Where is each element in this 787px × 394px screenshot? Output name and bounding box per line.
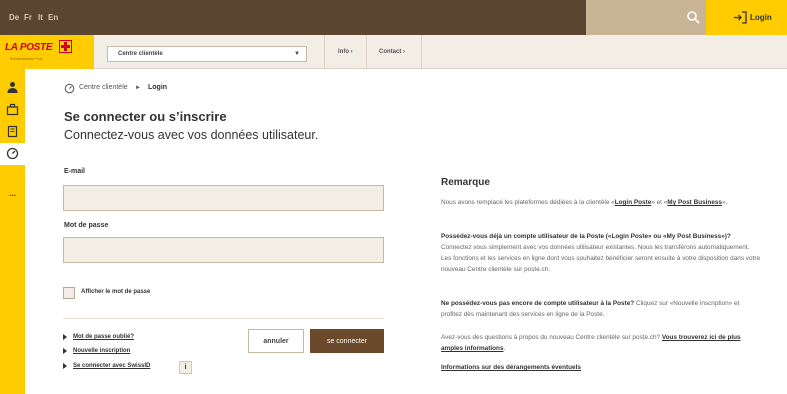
login-poste-link[interactable]: Login Poste: [615, 199, 652, 206]
login-button[interactable]: Login: [706, 0, 787, 35]
password-label: Mot de passe: [64, 222, 109, 229]
forgot-password-label: Mot de passe oublié?: [73, 334, 135, 340]
notes-text: Connectez vous simplement avec vos donné…: [441, 244, 761, 273]
nav-divider: [324, 35, 325, 69]
sidebar-item-profile[interactable]: [0, 77, 25, 99]
swissid-login-link[interactable]: Se connecter avec SwissID: [63, 363, 150, 370]
chevron-down-icon: ▼: [294, 51, 300, 57]
password-field[interactable]: [63, 237, 384, 263]
area-select-value: Centre clientèle: [118, 51, 163, 57]
sidebar-more[interactable]: ...: [0, 187, 25, 207]
login-label: Login: [750, 13, 772, 22]
top-bar: De Fr It En Login: [0, 0, 787, 35]
page-title: Se connecter ou s’inscrire: [64, 109, 227, 124]
notes-text: Avez-vous des questions à propos du nouv…: [441, 334, 662, 341]
notes-paragraph-existing-account: Possédez-vous déjà un compte utilisateur…: [441, 231, 761, 275]
show-password-checkbox[interactable]: [63, 287, 75, 299]
book-icon: [7, 125, 18, 138]
notes-text: ».: [722, 199, 728, 206]
sidebar-item-dashboard[interactable]: [0, 143, 25, 165]
arrow-right-icon: [63, 363, 67, 369]
notes-text: .: [503, 345, 506, 352]
email-field[interactable]: [63, 185, 384, 211]
notes-text: » et «: [651, 199, 668, 206]
new-registration-link[interactable]: Nouvelle inscription: [63, 348, 130, 355]
login-arrow-icon: [734, 11, 747, 24]
language-it[interactable]: It: [38, 0, 43, 35]
info-icon[interactable]: i: [179, 361, 192, 374]
nav-link-contact[interactable]: Contact ›: [379, 35, 405, 69]
login-submit-button[interactable]: se connecter: [310, 329, 384, 353]
breadcrumb-separator: ►: [135, 85, 141, 91]
nav-divider: [366, 35, 367, 69]
notes-paragraph-questions: Avez-vous des questions à propos du nouv…: [441, 332, 761, 354]
left-sidebar: ...: [0, 69, 25, 394]
cancel-button[interactable]: annuler: [248, 329, 304, 353]
notes-bold: Possédez-vous déjà un compte utilisateur…: [441, 233, 731, 240]
area-select[interactable]: Centre clientèle ▼: [107, 46, 307, 62]
swiss-cross-icon: [59, 40, 72, 53]
arrow-right-icon: [63, 348, 67, 354]
my-post-business-link[interactable]: My Post Business: [667, 199, 722, 206]
arrow-right-icon: [63, 334, 67, 340]
sidebar-item-services[interactable]: [0, 99, 25, 121]
language-fr[interactable]: Fr: [24, 0, 32, 35]
new-registration-label: Nouvelle inscription: [73, 348, 131, 354]
briefcase-icon: [6, 103, 19, 116]
forgot-password-link[interactable]: Mot de passe oublié?: [63, 334, 134, 341]
form-divider: [63, 318, 384, 319]
language-en[interactable]: En: [48, 0, 58, 35]
gauge-icon: [6, 147, 19, 160]
gauge-icon: [64, 83, 75, 94]
breadcrumb-home[interactable]: Centre clientèle: [79, 84, 128, 91]
language-de[interactable]: De: [9, 0, 19, 35]
main-navigation: LA POSTE Schweizerische Post Centre clie…: [0, 35, 787, 69]
nav-divider: [421, 35, 422, 69]
search-icon[interactable]: [686, 10, 700, 24]
notes-paragraph-platforms: Nous avons remplacé les plateformes dédi…: [441, 197, 761, 208]
nav-link-info[interactable]: Info ›: [338, 35, 353, 69]
show-password-label[interactable]: Afficher le mot de passe: [81, 289, 150, 295]
sidebar-item-documents[interactable]: [0, 121, 25, 143]
logo-tagline: Schweizerische Post: [10, 57, 43, 61]
swissid-login-label: Se connecter avec SwissID: [73, 363, 151, 369]
person-icon: [7, 82, 18, 93]
notes-title: Remarque: [441, 177, 490, 188]
notes-paragraph-no-account: Ne possédez-vous pas encore de compte ut…: [441, 298, 761, 320]
breadcrumb-current: Login: [148, 84, 168, 91]
notes-text: Nous avons remplacé les plateformes dédi…: [441, 199, 615, 206]
email-label: E-mail: [64, 168, 86, 175]
notes-bold: Ne possédez-vous pas encore de compte ut…: [441, 300, 635, 307]
page-subtitle: Connectez-vous avec vos données utilisat…: [64, 128, 319, 142]
disruptions-link[interactable]: Informations sur des dérangements éventu…: [441, 364, 581, 371]
logo[interactable]: LA POSTE Schweizerische Post: [0, 35, 94, 69]
logo-text: LA POSTE: [5, 42, 53, 53]
